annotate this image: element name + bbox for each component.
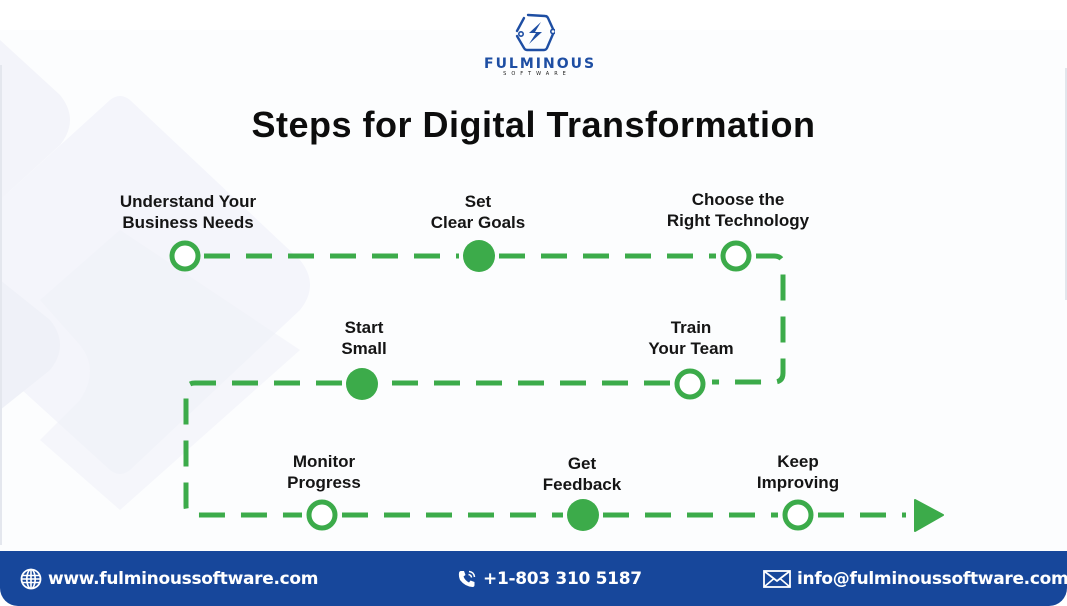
step-marker-hollow — [306, 499, 338, 531]
infographic-canvas: FULMINOUS SOFTWARE Steps for Digital Tra… — [0, 0, 1067, 606]
step-label-line: Clear Goals — [430, 213, 526, 232]
play-arrow-icon — [914, 499, 944, 532]
step-label-line: Train — [670, 318, 712, 337]
step-marker-filled — [463, 240, 495, 272]
globe-icon — [20, 568, 42, 590]
step-label-line: Business Needs — [122, 213, 254, 232]
step-marker-filled — [567, 499, 599, 531]
website-link[interactable]: www.fulminoussoftware.com — [20, 551, 319, 606]
step-marker-hollow — [720, 240, 752, 272]
step-label-line: Your Team — [648, 339, 734, 358]
step-label-train-your-team: Train Your Team — [581, 317, 801, 359]
step-label-line: Small — [341, 339, 387, 358]
step-label-set-clear-goals: Set Clear Goals — [368, 191, 588, 233]
step-label-get-feedback: Get Feedback — [472, 453, 692, 495]
website-text: www.fulminoussoftware.com — [48, 568, 319, 589]
step-marker-hollow — [169, 240, 201, 272]
step-label-line: Understand Your — [119, 192, 257, 211]
phone-link[interactable]: +1-803 310 5187 — [457, 551, 642, 606]
step-label-choose-right-technology: Choose the Right Technology — [628, 189, 848, 231]
step-label-keep-improving: Keep Improving — [688, 451, 908, 493]
step-label-start-small: Start Small — [254, 317, 474, 359]
envelope-icon — [763, 569, 791, 589]
phone-icon — [457, 569, 477, 589]
phone-text: +1-803 310 5187 — [483, 568, 642, 589]
step-label-line: Choose the — [691, 190, 785, 209]
step-label-line: Start — [344, 318, 384, 337]
step-label-line: Keep — [777, 452, 819, 471]
step-label-monitor-progress: Monitor Progress — [214, 451, 434, 493]
step-label-line: Monitor — [292, 452, 356, 471]
step-label-line: Improving — [756, 473, 840, 492]
process-flow-path — [169, 240, 944, 532]
step-label-understand-business-needs: Understand Your Business Needs — [78, 191, 298, 233]
step-marker-hollow — [674, 368, 706, 400]
step-marker-filled — [346, 368, 378, 400]
step-label-line: Get — [567, 454, 597, 473]
email-text: info@fulminoussoftware.com — [797, 568, 1067, 589]
contact-footer: www.fulminoussoftware.com +1-803 310 518… — [0, 551, 1067, 606]
flow-segment-turn-left — [183, 380, 342, 518]
step-label-line: Set — [464, 192, 492, 211]
step-label-line: Feedback — [542, 475, 622, 494]
step-label-line: Right Technology — [666, 211, 810, 230]
email-link[interactable]: info@fulminoussoftware.com — [763, 551, 1067, 606]
step-label-line: Progress — [287, 473, 361, 492]
step-marker-hollow — [782, 499, 814, 531]
